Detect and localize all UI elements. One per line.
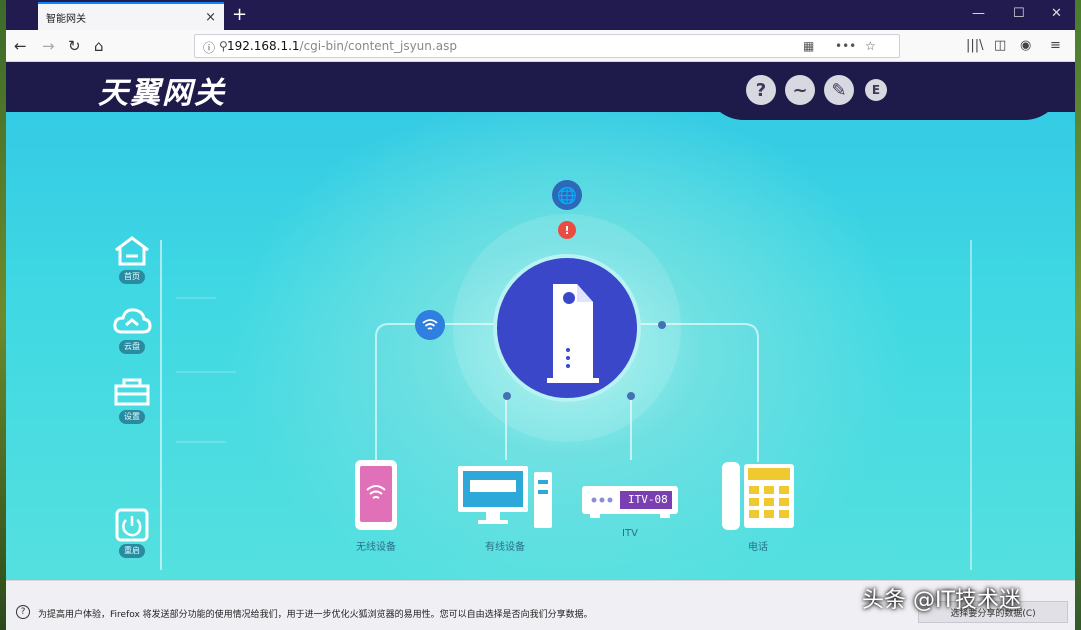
gateway-page: 天翼网关 ? ~ ✎ E 首页 云盘 设置 重启 🌐 ! 无线设备 有线设备 I… <box>6 62 1075 580</box>
back-button[interactable]: ← <box>14 37 27 55</box>
url-bar[interactable]: ⓘ ⚲ 192.168.1.1 /cgi-bin/content_jsyun.a… <box>194 34 900 58</box>
device-wireless[interactable]: 无线设备 <box>353 458 399 553</box>
telephone-icon <box>722 462 794 530</box>
tab-active[interactable]: 智能网关 × <box>38 2 224 30</box>
device-itv[interactable]: ITV-08 ITV <box>580 482 680 539</box>
desktop-computer-icon <box>458 466 552 528</box>
tab-close-icon[interactable]: × <box>205 10 216 25</box>
sidebar-icon[interactable]: ◫ <box>994 38 1006 53</box>
account-icon[interactable]: ◉ <box>1020 38 1031 53</box>
url-host: 192.168.1.1 <box>227 39 300 53</box>
device-label-wired: 有线设备 <box>485 542 525 553</box>
phone-icon <box>355 460 397 530</box>
gateway-router-button[interactable] <box>493 254 641 402</box>
url-path: /cgi-bin/content_jsyun.asp <box>299 39 457 53</box>
browser-window: 智能网关 × + — ☐ ✕ ← → ↻ ⌂ ⓘ ⚲ 192.168.1.1 /… <box>6 0 1075 630</box>
watermark-text: 头条 @IT技术迷 <box>862 588 1021 613</box>
sidebar-divider <box>160 240 162 570</box>
sidebar-label-cloud: 云盘 <box>119 340 145 354</box>
wifi-symbol <box>422 319 438 330</box>
close-window-button[interactable]: ✕ <box>1051 6 1062 21</box>
forward-button[interactable]: → <box>42 37 55 55</box>
sidebar-item-cloud[interactable]: 云盘 <box>110 304 154 354</box>
sidebar-label-settings: 设置 <box>119 410 145 424</box>
right-divider <box>970 240 972 570</box>
alert-badge[interactable]: ! <box>558 221 576 239</box>
navigation-bar: ← → ↻ ⌂ ⓘ ⚲ 192.168.1.1 /cgi-bin/content… <box>6 30 1075 62</box>
desktop-right-edge <box>1075 0 1081 630</box>
sidebar-item-home[interactable]: 首页 <box>110 234 154 284</box>
device-label-wireless: 无线设备 <box>356 542 396 553</box>
home-icon <box>115 236 149 266</box>
tab-strip: 智能网关 × + — ☐ ✕ <box>6 0 1075 30</box>
page-actions-icon[interactable]: ••• <box>835 39 856 53</box>
notification-text: 为提高用户体验，Firefox 将发送部分功能的使用情况给我们，用于进一步优化火… <box>38 610 593 620</box>
internet-globe-icon[interactable]: 🌐 <box>552 180 582 210</box>
device-wired[interactable]: 有线设备 <box>456 464 554 553</box>
new-tab-button[interactable]: + <box>232 4 247 25</box>
minimize-button[interactable]: — <box>972 6 985 21</box>
device-phone[interactable]: 电话 <box>720 460 796 553</box>
info-icon[interactable]: ⓘ <box>203 39 215 56</box>
sidebar-label-restart: 重启 <box>119 544 145 558</box>
help-circle-icon: ? <box>16 605 30 619</box>
tab-title: 智能网关 <box>46 13 86 25</box>
reload-button[interactable]: ↻ <box>68 37 81 55</box>
router-icon <box>547 284 599 383</box>
home-button[interactable]: ⌂ <box>94 37 104 55</box>
library-icon[interactable]: |||\ <box>966 38 984 53</box>
wifi-icon[interactable] <box>415 310 445 340</box>
maximize-button[interactable]: ☐ <box>1013 6 1025 21</box>
sidebar-item-restart[interactable]: 重启 <box>110 508 154 558</box>
itv-screen-text: ITV-08 <box>628 493 668 506</box>
cloud-icon <box>113 308 152 334</box>
toolbox-icon <box>114 378 150 406</box>
power-icon <box>115 508 149 542</box>
device-label-itv: ITV <box>622 528 638 539</box>
sidebar-item-settings[interactable]: 设置 <box>110 374 154 424</box>
device-label-phone: 电话 <box>748 542 768 553</box>
reader-view-icon[interactable]: ▦ <box>803 39 814 53</box>
sidebar-label-home: 首页 <box>119 270 145 284</box>
bookmark-star-icon[interactable]: ☆ <box>865 39 876 53</box>
menu-icon[interactable]: ≡ <box>1050 38 1061 53</box>
connection-icon[interactable]: ⚲ <box>219 39 228 53</box>
